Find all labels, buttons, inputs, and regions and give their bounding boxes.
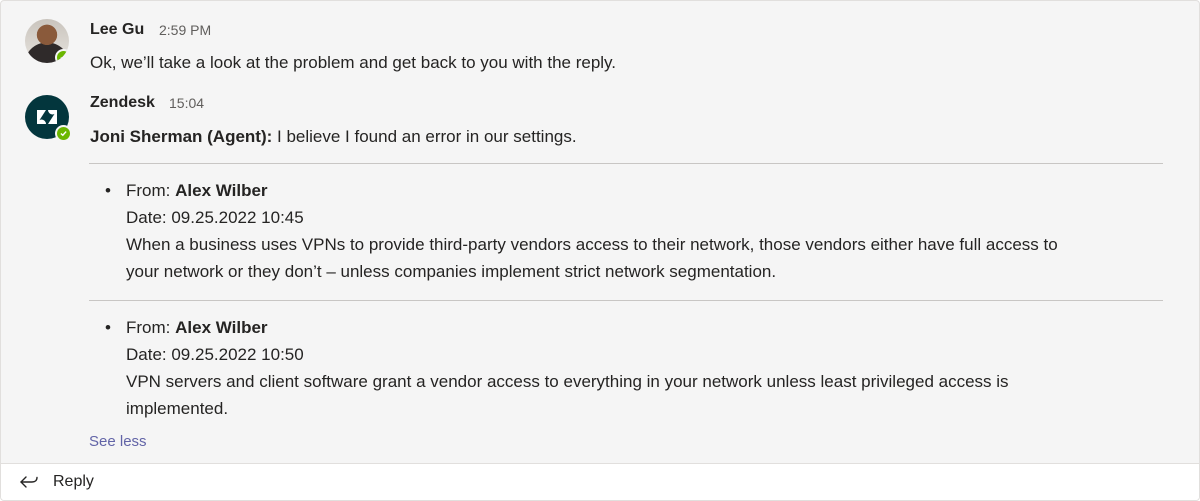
date-line: Date: 09.25.2022 10:50: [126, 345, 304, 364]
sender-name: Alex Wilber: [175, 181, 268, 200]
author-name[interactable]: Lee Gu: [90, 21, 144, 39]
agent-label: Joni Sherman (Agent):: [90, 127, 273, 146]
message-body: Joni Sherman (Agent): I believe I found …: [90, 126, 577, 148]
date-line: Date: 09.25.2022 10:45: [126, 208, 304, 227]
reply-arrow-icon: [19, 474, 39, 495]
chat-thread: Lee Gu 2:59 PM Ok, we’ll take a look at …: [0, 0, 1200, 501]
item-text-line: VPN servers and client software grant a …: [126, 372, 1009, 391]
reply-label: Reply: [53, 473, 94, 490]
zendesk-logo-icon[interactable]: [25, 95, 72, 142]
from-line: From: Alex Wilber: [126, 318, 268, 337]
bullet-icon: •: [105, 318, 111, 337]
sender-name: Alex Wilber: [175, 318, 268, 337]
divider: [89, 300, 1163, 301]
list-item: • From: Alex Wilber Date: 09.25.2022 10:…: [105, 177, 1165, 285]
from-line: From: Alex Wilber: [126, 181, 268, 200]
item-text-line: When a business uses VPNs to provide thi…: [126, 235, 1058, 254]
author-name[interactable]: Zendesk: [90, 94, 155, 112]
reply-button[interactable]: Reply: [1, 463, 1199, 500]
divider: [89, 163, 1163, 164]
item-text-line: implemented.: [126, 399, 229, 418]
list-item: • From: Alex Wilber Date: 09.25.2022 10:…: [105, 314, 1165, 422]
message-timestamp: 2:59 PM: [159, 22, 212, 38]
presence-available-icon: [55, 49, 69, 63]
avatar[interactable]: [25, 19, 69, 63]
item-text-line: your network or they don’t – unless comp…: [126, 262, 777, 281]
presence-available-icon: [55, 125, 72, 142]
see-less-link[interactable]: See less: [89, 433, 147, 450]
bullet-icon: •: [105, 181, 111, 200]
message-body: Ok, we’ll take a look at the problem and…: [90, 53, 617, 72]
message-timestamp: 15:04: [169, 95, 205, 111]
message-text: I believe I found an error in our settin…: [272, 127, 577, 146]
